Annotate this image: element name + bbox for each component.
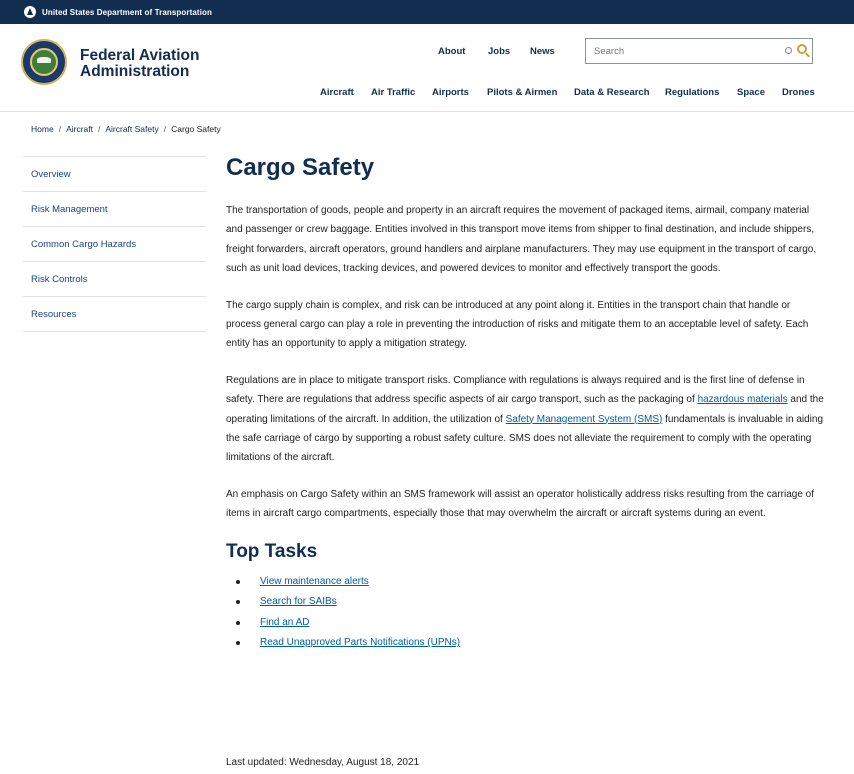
task-link-search-saibs[interactable]: Search for SAIBs [260, 592, 337, 613]
clear-icon[interactable] [785, 47, 792, 54]
breadcrumb-home[interactable]: Home [31, 124, 54, 134]
paragraph-supply-chain: The cargo supply chain is complex, and r… [226, 299, 809, 350]
nav-data-research[interactable]: Data & Research [574, 87, 650, 98]
breadcrumb-current: Cargo Safety [171, 124, 221, 134]
paragraph-intro: The transportation of goods, people and … [226, 205, 817, 275]
breadcrumb-aircraft[interactable]: Aircraft [66, 124, 93, 134]
sidebar-item-overview[interactable]: Overview [23, 157, 206, 192]
dot-logo-icon [24, 6, 36, 18]
sidebar-nav: Overview Risk Management Common Cargo Ha… [23, 156, 206, 332]
top-tasks-list: View maintenance alerts Search for SAIBs… [236, 572, 826, 654]
last-updated: Last updated: Wednesday, August 18, 2021 [226, 757, 420, 768]
breadcrumb-separator: / [58, 124, 62, 134]
nav-airports[interactable]: Airports [432, 87, 469, 98]
bullet-icon [236, 579, 240, 584]
nav-space[interactable]: Space [737, 87, 765, 98]
page-title: Cargo Safety [226, 154, 375, 181]
sms-link[interactable]: Safety Management System (SMS) [506, 414, 663, 425]
search-box [585, 38, 813, 64]
bullet-icon [236, 620, 240, 625]
dot-banner-text[interactable]: United States Department of Transportati… [42, 8, 212, 17]
breadcrumb-separator: / [97, 124, 101, 134]
sidebar-item-resources[interactable]: Resources [23, 297, 206, 332]
bullet-icon [236, 600, 240, 605]
paragraph-regulations: Regulations are in place to mitigate tra… [226, 371, 826, 468]
search-icon[interactable] [797, 44, 807, 54]
sidebar-item-common-cargo-hazards[interactable]: Common Cargo Hazards [23, 227, 206, 262]
search-input[interactable] [586, 39, 766, 63]
nav-drones[interactable]: Drones [782, 87, 815, 98]
task-link-maintenance-alerts[interactable]: View maintenance alerts [260, 572, 369, 593]
brand-line-2: Administration [80, 63, 190, 80]
paragraph-sms-emphasis: An emphasis on Cargo Safety within an SM… [226, 488, 815, 520]
faa-seal-icon[interactable] [21, 39, 67, 85]
nav-aircraft[interactable]: Aircraft [320, 87, 354, 98]
breadcrumb-separator: / [163, 124, 167, 134]
site-header: Federal Aviation Administration About Jo… [0, 24, 854, 112]
task-link-upns[interactable]: Read Unapproved Parts Notifications (UPN… [260, 633, 460, 654]
util-link-jobs[interactable]: Jobs [488, 46, 510, 57]
list-item: Find an AD [236, 613, 826, 634]
sidebar-item-risk-management[interactable]: Risk Management [23, 192, 206, 227]
brand-line-1: Federal Aviation [80, 47, 200, 64]
list-item: Search for SAIBs [236, 592, 826, 613]
list-item: View maintenance alerts [236, 572, 826, 593]
task-link-find-ad[interactable]: Find an AD [260, 613, 309, 634]
list-item: Read Unapproved Parts Notifications (UPN… [236, 633, 826, 654]
util-link-about[interactable]: About [438, 46, 465, 57]
top-tasks-heading: Top Tasks [226, 540, 318, 562]
site-brand[interactable]: Federal Aviation Administration [80, 48, 199, 80]
util-link-news[interactable]: News [530, 46, 555, 57]
breadcrumb-aircraft-safety[interactable]: Aircraft Safety [105, 124, 158, 134]
breadcrumb: Home / Aircraft / Aircraft Safety / Carg… [31, 124, 221, 134]
bullet-icon [236, 641, 240, 646]
nav-regulations[interactable]: Regulations [665, 87, 719, 98]
hazardous-materials-link[interactable]: hazardous materials [698, 394, 788, 405]
nav-pilots-airmen[interactable]: Pilots & Airmen [487, 87, 557, 98]
main-content: Cargo Safety The transportation of goods… [226, 152, 826, 654]
dot-banner: United States Department of Transportati… [0, 0, 854, 24]
sidebar-item-risk-controls[interactable]: Risk Controls [23, 262, 206, 297]
nav-air-traffic[interactable]: Air Traffic [371, 87, 415, 98]
